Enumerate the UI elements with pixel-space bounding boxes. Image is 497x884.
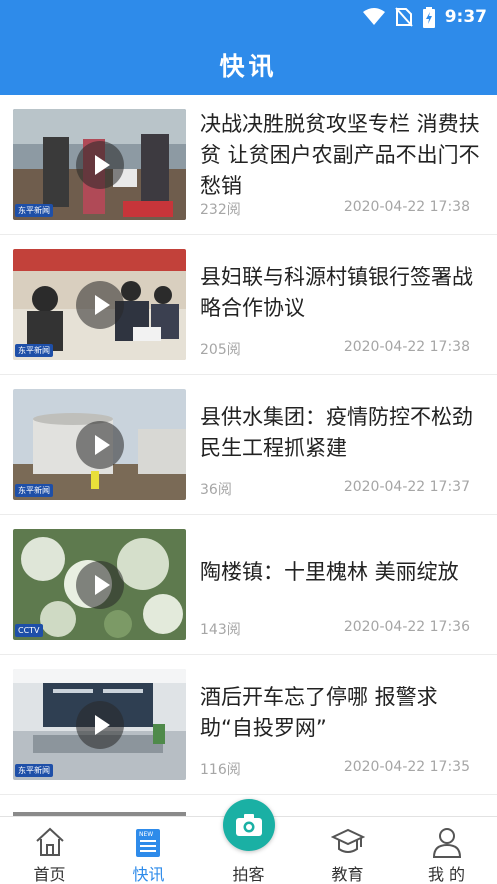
tab-education[interactable]: 教育 <box>298 817 397 884</box>
news-meta: 143阅 2020-04-22 17:36 <box>200 619 470 638</box>
view-count: 36阅 <box>200 482 232 498</box>
channel-logo: CCTV <box>15 624 43 637</box>
news-icon: NEW <box>136 829 160 857</box>
app-header: 快讯 <box>0 34 497 95</box>
wifi-icon <box>362 8 385 25</box>
news-item[interactable]: 东平新闻 县供水集团：疫情防控不松劲 民生工程抓紧建 36阅 2020-04-2… <box>0 375 497 515</box>
news-title[interactable]: 决战决胜脱贫攻坚专栏 消费扶贫 让贫困户农副产品不出门不愁销 <box>200 109 482 202</box>
page-title: 快讯 <box>219 51 278 81</box>
news-title[interactable]: 县供水集团：疫情防控不松劲 民生工程抓紧建 <box>200 402 482 464</box>
tab-label: 首页 <box>33 865 66 884</box>
news-meta: 232阅 2020-04-22 17:38 <box>200 199 470 218</box>
status-icons: 9:37 <box>362 5 487 29</box>
publish-time: 2020-04-22 17:35 <box>343 759 470 775</box>
tab-home[interactable]: 首页 <box>0 817 99 884</box>
play-icon[interactable] <box>76 281 124 329</box>
video-thumbnail[interactable]: 东平新闻 <box>13 389 186 500</box>
play-icon[interactable] <box>76 561 124 609</box>
play-icon[interactable] <box>76 141 124 189</box>
video-thumbnail[interactable]: CCTV <box>13 529 186 640</box>
news-item[interactable]: 东平新闻 决战决胜脱贫攻坚专栏 消费扶贫 让贫困户农副产品不出门不愁销 232阅… <box>0 95 497 235</box>
news-item[interactable]: CCTV 陶楼镇：十里槐林 美丽绽放 143阅 2020-04-22 17:36 <box>0 515 497 655</box>
battery-charging-icon <box>422 6 435 28</box>
tab-label: 拍客 <box>232 865 265 884</box>
news-meta: 205阅 2020-04-22 17:38 <box>200 339 470 358</box>
channel-logo: 东平新闻 <box>15 484 53 497</box>
video-thumbnail[interactable]: 东平新闻 <box>13 669 186 780</box>
news-title[interactable]: 酒后开车忘了停哪 报警求助“自投罗网” <box>200 682 482 744</box>
channel-logo: 东平新闻 <box>15 764 53 777</box>
tab-label: 快讯 <box>132 865 165 884</box>
view-count: 143阅 <box>200 622 241 638</box>
camera-icon <box>236 814 262 836</box>
news-title[interactable]: 县妇联与科源村镇银行签署战略合作协议 <box>200 262 482 324</box>
news-item[interactable]: 东平新闻 酒后开车忘了停哪 报警求助“自投罗网” 116阅 2020-04-22… <box>0 655 497 795</box>
channel-logo: 东平新闻 <box>15 204 53 217</box>
tab-label: 教育 <box>331 865 364 884</box>
publish-time: 2020-04-22 17:36 <box>343 619 470 635</box>
publish-time: 2020-04-22 17:38 <box>343 339 470 355</box>
video-thumbnail[interactable]: 东平新闻 <box>13 109 186 220</box>
view-count: 116阅 <box>200 762 241 778</box>
news-item[interactable]: 东平新闻 县妇联与科源村镇银行签署战略合作协议 205阅 2020-04-22 … <box>0 235 497 375</box>
tab-news[interactable]: NEW 快讯 <box>99 817 198 884</box>
user-icon <box>432 828 462 858</box>
video-thumbnail[interactable]: 东平新闻 <box>13 249 186 360</box>
publish-time: 2020-04-22 17:38 <box>343 199 470 215</box>
news-meta: 36阅 2020-04-22 17:37 <box>200 479 470 498</box>
home-icon <box>36 827 64 856</box>
tab-label: 我 的 <box>427 865 466 884</box>
no-signal-icon <box>394 7 413 27</box>
news-list[interactable]: 东平新闻 决战决胜脱贫攻坚专栏 消费扶贫 让贫困户农副产品不出门不愁销 232阅… <box>0 95 497 813</box>
status-time: 9:37 <box>444 7 487 27</box>
publish-time: 2020-04-22 17:37 <box>343 479 470 495</box>
play-icon[interactable] <box>76 701 124 749</box>
news-meta: 116阅 2020-04-22 17:35 <box>200 759 470 778</box>
view-count: 205阅 <box>200 342 241 358</box>
play-icon[interactable] <box>76 421 124 469</box>
status-bar: 9:37 <box>0 0 497 34</box>
graduation-cap-icon <box>331 828 365 853</box>
channel-logo: 东平新闻 <box>15 344 53 357</box>
view-count: 232阅 <box>200 202 241 218</box>
news-title[interactable]: 陶楼镇：十里槐林 美丽绽放 <box>200 557 482 588</box>
svg-text:NEW: NEW <box>139 831 153 838</box>
camera-button[interactable] <box>223 799 275 851</box>
tab-profile[interactable]: 我 的 <box>397 817 496 884</box>
